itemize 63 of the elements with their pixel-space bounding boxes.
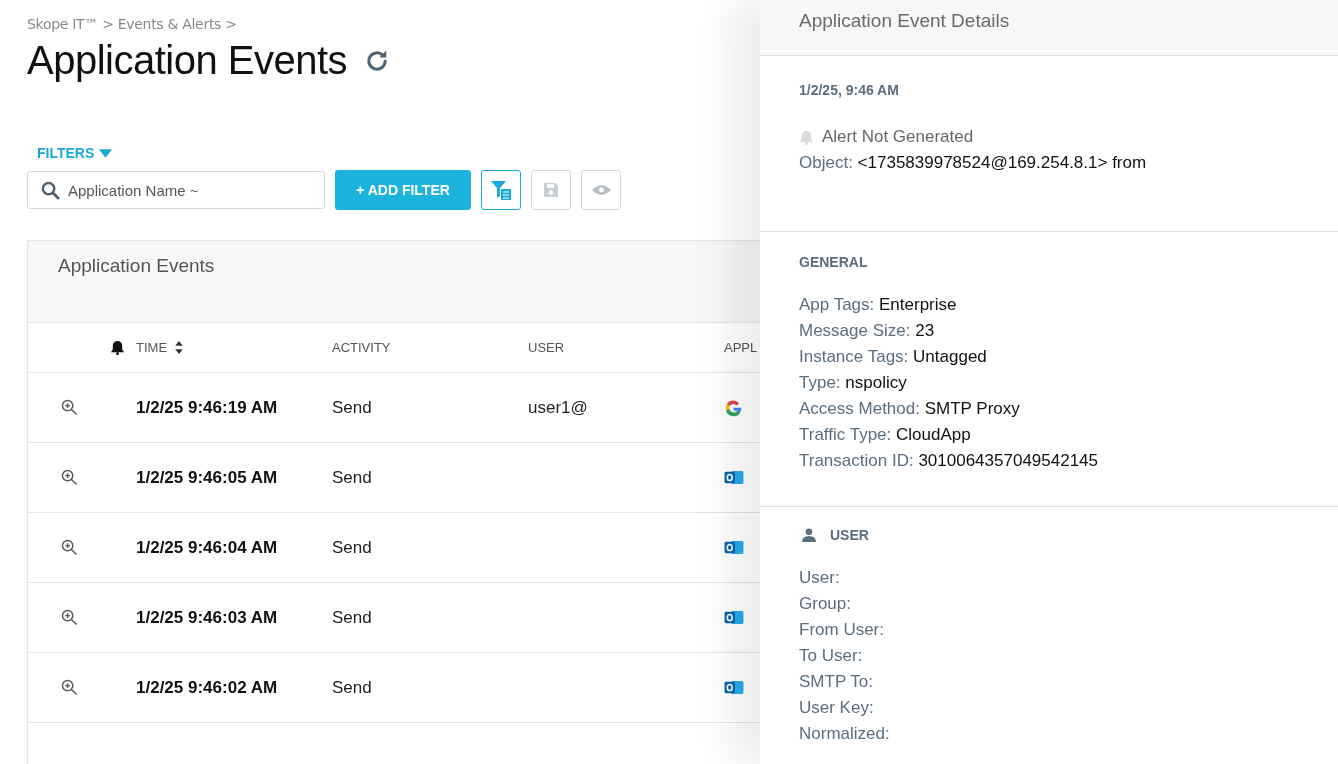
zoom-in-icon[interactable] [60,469,78,486]
field-label: Object: [799,153,853,172]
field-value: Enterprise [879,295,957,314]
field-label: Instance Tags: [799,347,909,366]
activity-cell: Send [332,537,372,557]
zoom-in-icon[interactable] [60,399,78,416]
breadcrumb: Skope IT™ > Events & Alerts > [27,16,237,32]
column-header: ACTIVITY [332,340,391,355]
zoom-in-icon[interactable] [60,609,78,626]
field-label: Access Method: [799,399,920,418]
field-value: nspolicy [845,373,907,392]
time-cell: 1/2/25 9:46:03 AM [136,607,278,627]
alert-status: Alert Not Generated [822,127,974,147]
zoom-in-icon[interactable] [60,539,78,556]
time-cell: 1/2/25 9:46:02 AM [136,677,278,697]
activity-cell: Send [332,397,372,417]
zoom-in-icon[interactable] [60,679,78,696]
caret-icon [99,148,113,158]
field-value: Untagged [913,347,987,366]
filters-toggle[interactable]: FILTERS [37,145,113,161]
field-label: Group: [799,594,851,613]
page-title: Application Events [27,38,348,83]
field-label: SMTP To: [799,672,873,691]
field-label: User Key: [799,698,874,717]
column-header: USER [528,340,565,355]
field-label: Type: [799,373,841,392]
field-label: Transaction ID: [799,451,914,470]
sort-icon [175,341,184,354]
user-icon [802,528,816,542]
field-value: <1735839978524@169.254.8.1> from [857,153,1147,172]
search-field[interactable]: Application Name ~ [27,171,325,209]
column-header[interactable]: TIME [136,340,184,355]
section-heading: USER [830,527,869,543]
field-value: SMTP Proxy [924,399,1020,418]
time-cell: 1/2/25 9:46:19 AM [136,397,278,417]
time-cell: 1/2/25 9:46:04 AM [136,537,278,557]
field-label: Traffic Type: [799,425,892,444]
field-label: From User: [799,620,884,639]
eye-icon [591,184,611,196]
field-label: App Tags: [799,295,875,314]
column-header: APPL [724,340,758,355]
field-value: 23 [915,321,935,340]
activity-cell: Send [332,467,372,487]
add-filter-button[interactable]: + ADD FILTER [335,170,471,210]
event-timestamp: 1/2/25, 9:46 AM [799,82,900,98]
section-heading: GENERAL [799,254,868,270]
field-label: To User: [799,646,863,665]
bell-icon [799,129,814,145]
field-label: Message Size: [799,321,911,340]
activity-cell: Send [332,677,372,697]
filter-list-button[interactable] [481,170,521,210]
user-cell: user1@ [528,397,588,417]
panel-title: Application Event Details [799,10,1010,31]
field-value: CloudApp [896,425,971,444]
filter-icon [490,179,512,201]
activity-cell: Send [332,607,372,627]
field-value: 3010064357049542145 [918,451,1098,470]
time-cell: 1/2/25 9:46:05 AM [136,467,278,487]
field-label: User: [799,568,840,587]
bell-icon [109,340,125,355]
table-title: Application Events [58,255,215,276]
save-icon [543,182,559,198]
field-label: Normalized: [799,724,890,743]
